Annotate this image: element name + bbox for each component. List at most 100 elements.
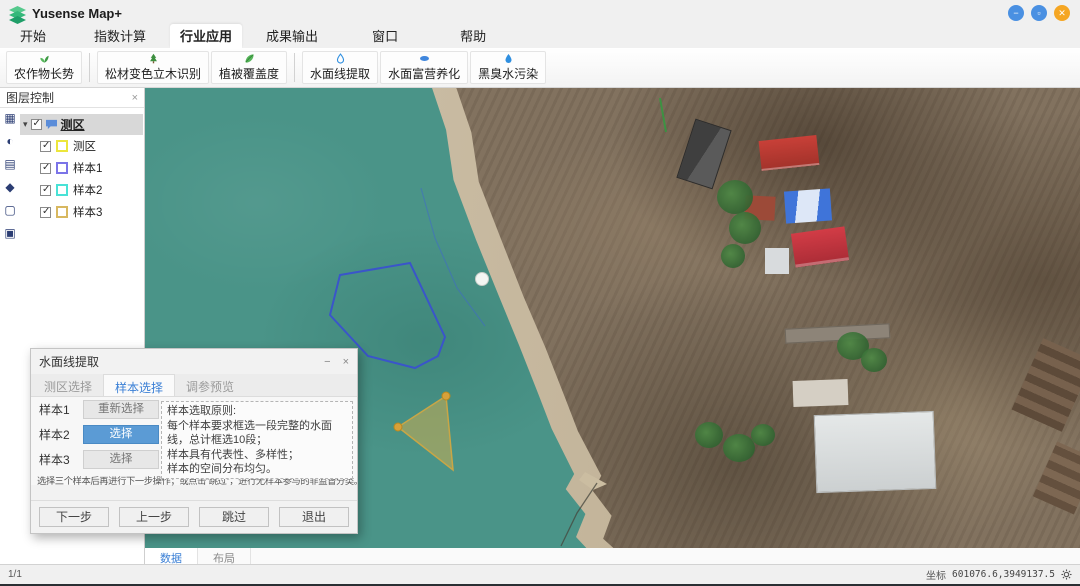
layer-tool-strip: ▦ ◐ ▤ ◆ ▢ ▣	[0, 112, 20, 239]
green-field-line	[660, 98, 666, 132]
dialog-close-icon[interactable]: ×	[343, 356, 349, 368]
layer-item-sample3[interactable]: 样本3	[20, 201, 143, 223]
close-button[interactable]: ✕	[1054, 5, 1070, 21]
menu-tab-help[interactable]: 帮助	[450, 24, 496, 48]
collapse-icon[interactable]: ▣	[4, 227, 15, 239]
layer-label: 样本2	[73, 182, 102, 198]
ribbon-button-label: 植被覆盖度	[219, 65, 279, 82]
principle-line: 样本的空间分布均匀。	[167, 462, 347, 477]
app-title: Yusense Map+	[32, 6, 122, 21]
layer-label: 样本1	[73, 160, 102, 176]
sample3-select-button[interactable]: 选择	[83, 450, 159, 469]
layer-item-sample2[interactable]: 样本2	[20, 179, 143, 201]
expand-icon[interactable]: ▢	[4, 204, 15, 216]
ribbon-button-label: 农作物长势	[14, 65, 74, 82]
principle-line: 样本选取原则:	[167, 404, 347, 419]
layer-label: 样本3	[73, 204, 102, 220]
page-indicator: 1/1	[8, 569, 22, 580]
ribbon-separator	[89, 53, 90, 82]
ribbon-toolbar: 农作物长势 松材变色立木识别 植被覆盖度 水面线提取 水面富营养化 黑臭水污染	[0, 48, 1080, 88]
pine-wilt-detect-button[interactable]: 松材变色立木识别	[97, 51, 209, 84]
shore-spit	[579, 472, 607, 490]
triangle-vertex-handle[interactable]	[394, 423, 402, 431]
dialog-tabs: 测区选择 样本选择 调参预览	[31, 374, 357, 397]
menu-tab-window[interactable]: 窗口	[362, 24, 408, 48]
stamp-icon[interactable]: ◆	[5, 181, 14, 193]
layer-swatch	[56, 162, 68, 174]
crop-growth-button[interactable]: 农作物长势	[6, 51, 82, 84]
app-logo-icon	[8, 5, 27, 24]
exit-button[interactable]: 退出	[279, 507, 349, 527]
leaf-icon	[242, 53, 257, 64]
water-surface-icon	[417, 53, 432, 64]
water-boom-line	[561, 483, 597, 546]
buoy-marker	[476, 273, 489, 286]
principle-line: 线，总计框选10段；	[167, 433, 347, 448]
triangle-vertex-handle[interactable]	[442, 392, 450, 400]
sample3-label: 样本3	[39, 451, 75, 468]
layer-panel-header: 图层控制 ×	[0, 88, 144, 108]
layer-item-cequ[interactable]: 测区	[20, 135, 143, 157]
root-label: 测区	[61, 116, 85, 133]
layer-checkbox[interactable]	[40, 207, 51, 218]
coordinate-label: 坐标	[926, 567, 946, 582]
sample1-reselect-button[interactable]: 重新选择	[83, 400, 159, 419]
water-drop-icon	[333, 53, 348, 64]
next-step-button[interactable]: 下一步	[39, 507, 109, 527]
sample-triangle[interactable]	[398, 396, 453, 470]
dialog-body: 样本1 重新选择 样本2 选择 样本3 选择 样本选取原则: 每个样本要求框选一…	[31, 397, 357, 485]
maximize-button[interactable]: ▫	[1031, 5, 1047, 21]
sample1-label: 样本1	[39, 401, 75, 418]
black-odorous-water-button[interactable]: 黑臭水污染	[470, 51, 546, 84]
sample-principles-box: 样本选取原则: 每个样本要求框选一段完整的水面 线，总计框选10段； 样本具有代…	[161, 401, 353, 479]
menu-tab-output[interactable]: 成果输出	[256, 24, 328, 48]
root-checkbox[interactable]	[31, 119, 42, 130]
ribbon-button-label: 黑臭水污染	[478, 65, 538, 82]
ribbon-button-label: 水面线提取	[310, 65, 370, 82]
tab-sample-select[interactable]: 样本选择	[103, 374, 175, 396]
layer-checkbox[interactable]	[40, 141, 51, 152]
polluted-drop-icon	[501, 53, 516, 64]
tab-area-select[interactable]: 测区选择	[33, 374, 103, 396]
prev-step-button[interactable]: 上一步	[119, 507, 189, 527]
chevron-down-icon[interactable]: ▾	[23, 119, 28, 130]
layer-swatch	[56, 206, 68, 218]
dialog-footer: 下一步 上一步 跳过 退出	[31, 500, 357, 533]
dialog-minimize-icon[interactable]: −	[324, 356, 330, 368]
group-bubble-icon	[45, 119, 58, 130]
vegetation-coverage-button[interactable]: 植被覆盖度	[211, 51, 287, 84]
tab-param-preview[interactable]: 调参预览	[175, 374, 245, 396]
panel-close-icon[interactable]: ×	[132, 92, 138, 104]
coordinate-value: 601076.6,3949137.5	[952, 569, 1055, 580]
water-line-extract-dialog: 水面线提取 − × 测区选择 样本选择 调参预览 样本1 重新选择 样本2 选择…	[30, 348, 358, 534]
doc-tab-layout[interactable]: 布局	[198, 548, 251, 565]
layer-checkbox[interactable]	[40, 185, 51, 196]
dialog-title-bar[interactable]: 水面线提取 − ×	[31, 349, 357, 374]
palette-icon[interactable]: ◐	[6, 135, 13, 147]
skip-button[interactable]: 跳过	[199, 507, 269, 527]
layer-checkbox[interactable]	[40, 163, 51, 174]
doc-tab-data[interactable]: 数据	[145, 548, 198, 565]
layer-swatch	[56, 140, 68, 152]
sample2-label: 样本2	[39, 426, 75, 443]
dialog-title: 水面线提取	[39, 353, 99, 370]
menu-tab-index-calc[interactable]: 指数计算	[84, 24, 156, 48]
eutrophication-button[interactable]: 水面富营养化	[380, 51, 468, 84]
minimize-button[interactable]: −	[1008, 5, 1024, 21]
layer-tree-root[interactable]: ▾ 测区	[20, 114, 143, 135]
layers-map-icon[interactable]: ▦	[4, 112, 15, 124]
menu-tab-start[interactable]: 开始	[10, 24, 56, 48]
sprout-icon	[37, 53, 52, 64]
menu-tab-industry-apps[interactable]: 行业应用	[170, 24, 242, 48]
ribbon-button-label: 水面富营养化	[388, 65, 460, 82]
principle-line: 样本具有代表性、多样性；	[167, 448, 347, 463]
layer-swatch	[56, 184, 68, 196]
title-bar: Yusense Map+ − ▫ ✕	[0, 0, 1080, 28]
layer-item-sample1[interactable]: 样本1	[20, 157, 143, 179]
principle-line: 每个样本要求框选一段完整的水面	[167, 419, 347, 434]
copy-layers-icon[interactable]: ▤	[4, 158, 15, 170]
ribbon-separator	[294, 53, 295, 82]
sample2-select-button[interactable]: 选择	[83, 425, 159, 444]
water-line-extract-button[interactable]: 水面线提取	[302, 51, 378, 84]
gear-icon[interactable]	[1061, 569, 1072, 580]
